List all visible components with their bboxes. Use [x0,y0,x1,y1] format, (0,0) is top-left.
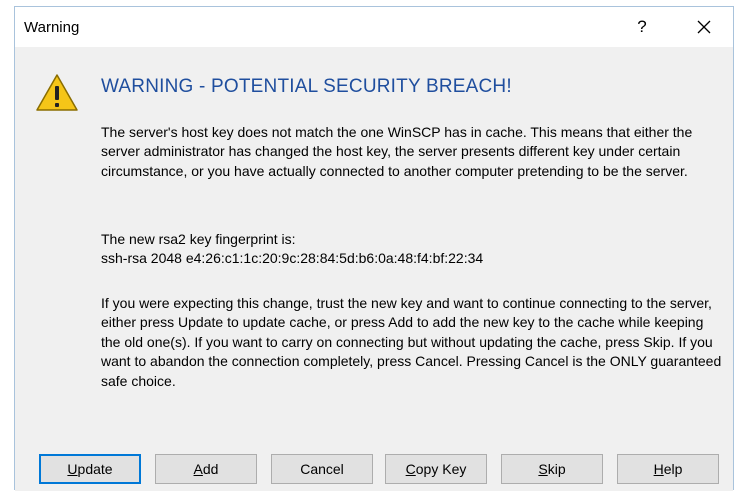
copy-key-mnemonic: C [405,461,416,477]
warning-dialog: Warning ? WARNING - POTENTIAL SECURITY B… [14,6,734,491]
skip-button[interactable]: Skip [501,454,603,484]
window-title: Warning [24,19,80,36]
add-label-rest: dd [202,461,219,477]
close-icon [697,20,711,34]
copy-key-label-rest: opy Key [415,461,467,477]
button-bar: Update Add Cancel Copy Key Skip Help [15,441,733,491]
skip-mnemonic: S [538,461,548,477]
update-label-rest: pdate [77,461,113,477]
fingerprint-value: ssh-rsa 2048 e4:26:c1:1c:20:9c:28:84:5d:… [101,250,484,267]
warning-heading: WARNING - POTENTIAL SECURITY BREACH! [101,76,512,97]
copy-key-button[interactable]: Copy Key [385,454,487,484]
update-mnemonic: U [67,461,78,477]
warning-triangle-icon [36,74,78,111]
fingerprint-label: The new rsa2 key fingerprint is: [101,231,296,247]
cancel-label: Cancel [300,461,344,477]
help-button[interactable]: Help [617,454,719,484]
update-button[interactable]: Update [39,454,141,484]
skip-label-rest: kip [547,461,566,477]
fingerprint-block: The new rsa2 key fingerprint is: ssh-rsa… [101,230,726,269]
title-bar: Warning ? [15,7,733,47]
cancel-button[interactable]: Cancel [271,454,373,484]
help-icon: ? [637,17,647,36]
help-label-rest: elp [663,461,683,477]
message-paragraph-1: The server's host key does not match the… [101,124,693,179]
message-paragraph-3: If you were expecting this change, trust… [101,295,722,389]
add-button[interactable]: Add [155,454,257,484]
help-title-button[interactable]: ? [622,12,662,42]
help-mnemonic: H [653,461,664,477]
add-mnemonic: A [193,461,203,477]
close-button[interactable] [682,12,726,42]
